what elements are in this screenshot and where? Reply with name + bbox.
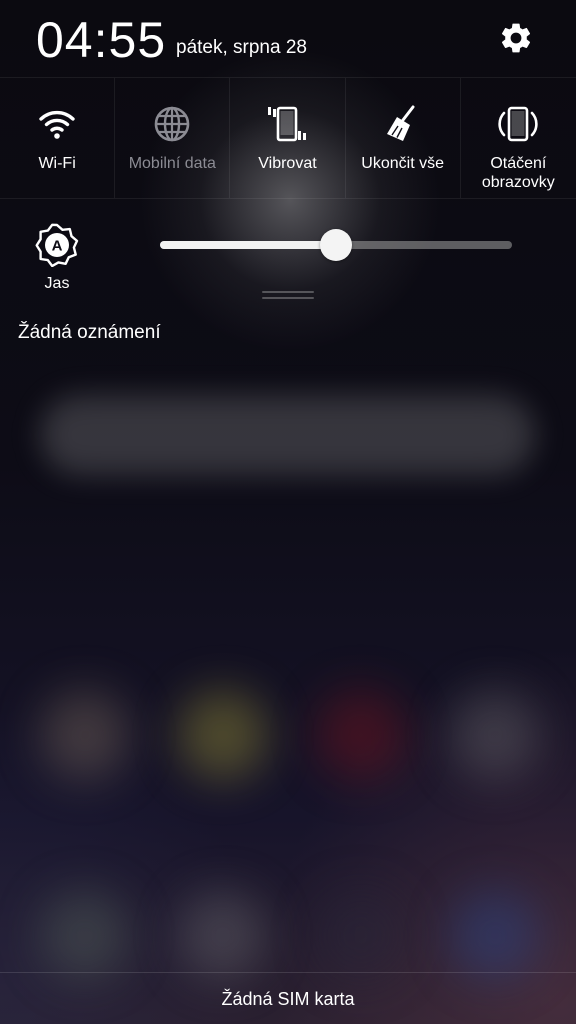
toggle-screen-rotation[interactable]: Otáčení obrazovky [461,78,576,198]
toggle-label: Otáčení obrazovky [481,155,555,191]
vibrate-icon [268,106,307,142]
toggle-wifi[interactable]: Wi-Fi [0,78,116,198]
settings-button[interactable] [496,18,536,58]
gear-icon [501,23,531,53]
toggle-vibrate[interactable]: Vibrovat [230,78,346,198]
blurred-search-bar [40,395,535,475]
blurred-app-icon [450,690,540,780]
svg-text:A: A [52,238,63,255]
sim-status-text: Žádná SIM karta [221,988,355,1009]
clock: 04:55 [36,12,167,68]
blurred-app-icon [450,890,540,980]
date-label[interactable]: pátek, srpna 28 [176,37,307,59]
toggle-mobile-data[interactable]: Mobilní data [115,78,231,198]
auto-brightness-icon: A [35,223,79,267]
toggle-label: Ukončit vše [361,155,444,172]
blurred-app-icon [40,690,130,780]
no-notifications-text: Žádná oznámení [18,322,161,343]
auto-brightness-button[interactable]: A [34,222,80,268]
toggle-close-all[interactable]: Ukončit vše [346,78,461,198]
broom-icon [386,105,415,141]
screen-rotation-icon [498,106,539,142]
wifi-icon [39,110,75,139]
brightness-slider[interactable] [160,229,512,261]
shade-header: 04:55 pátek, srpna 28 [0,0,576,77]
slider-thumb[interactable] [320,229,352,261]
drag-handle[interactable] [262,291,314,301]
globe-icon [154,106,190,142]
sim-status-bar: Žádná SIM karta [0,972,576,1024]
blurred-app-icon [178,690,268,780]
toggle-label: Vibrovat [258,155,317,172]
brightness-label: Jas [44,275,70,292]
blurred-app-icon [316,890,406,980]
toggle-label: Wi-Fi [38,155,76,172]
blurred-app-icon [316,690,406,780]
blurred-app-icon [40,890,130,980]
quick-settings-row: Wi-Fi Mobilní data Vibrovat Ukončit vše … [0,77,576,199]
blurred-app-icon [178,890,268,980]
notification-shade: 04:55 pátek, srpna 28 Wi-Fi Mobilní data… [0,0,576,1024]
toggle-label: Mobilní data [128,155,216,172]
slider-fill [160,241,336,249]
